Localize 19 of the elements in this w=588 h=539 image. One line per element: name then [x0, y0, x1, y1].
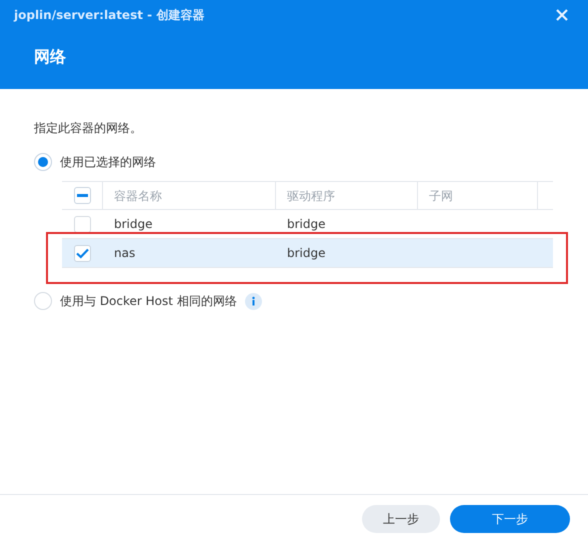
option-label: 使用已选择的网络 — [60, 154, 156, 171]
radio-button[interactable] — [34, 292, 52, 310]
radio-button[interactable] — [34, 153, 52, 171]
table-cell-text: bridge — [286, 216, 327, 233]
table-cell-text: bridge — [286, 245, 327, 262]
checkbox[interactable] — [74, 216, 90, 232]
next-button[interactable]: 下一步 — [450, 505, 570, 533]
checkbox[interactable] — [74, 187, 90, 204]
option-label: 使用与 Docker Host 相同的网络 — [60, 293, 237, 310]
table-row[interactable]: nas bridge — [62, 239, 553, 268]
checkbox[interactable] — [74, 244, 90, 262]
close-icon[interactable] — [556, 8, 568, 20]
back-button[interactable]: 上一步 — [362, 505, 440, 533]
window-title: joplin/server:latest - 创建容器 — [14, 6, 204, 24]
page-title: 网络 — [34, 47, 66, 66]
description: 指定此容器的网络。 — [34, 120, 143, 137]
table-cell-text: nas — [113, 245, 136, 262]
info-icon[interactable] — [244, 292, 262, 310]
table-cell-text: bridge — [113, 216, 154, 233]
